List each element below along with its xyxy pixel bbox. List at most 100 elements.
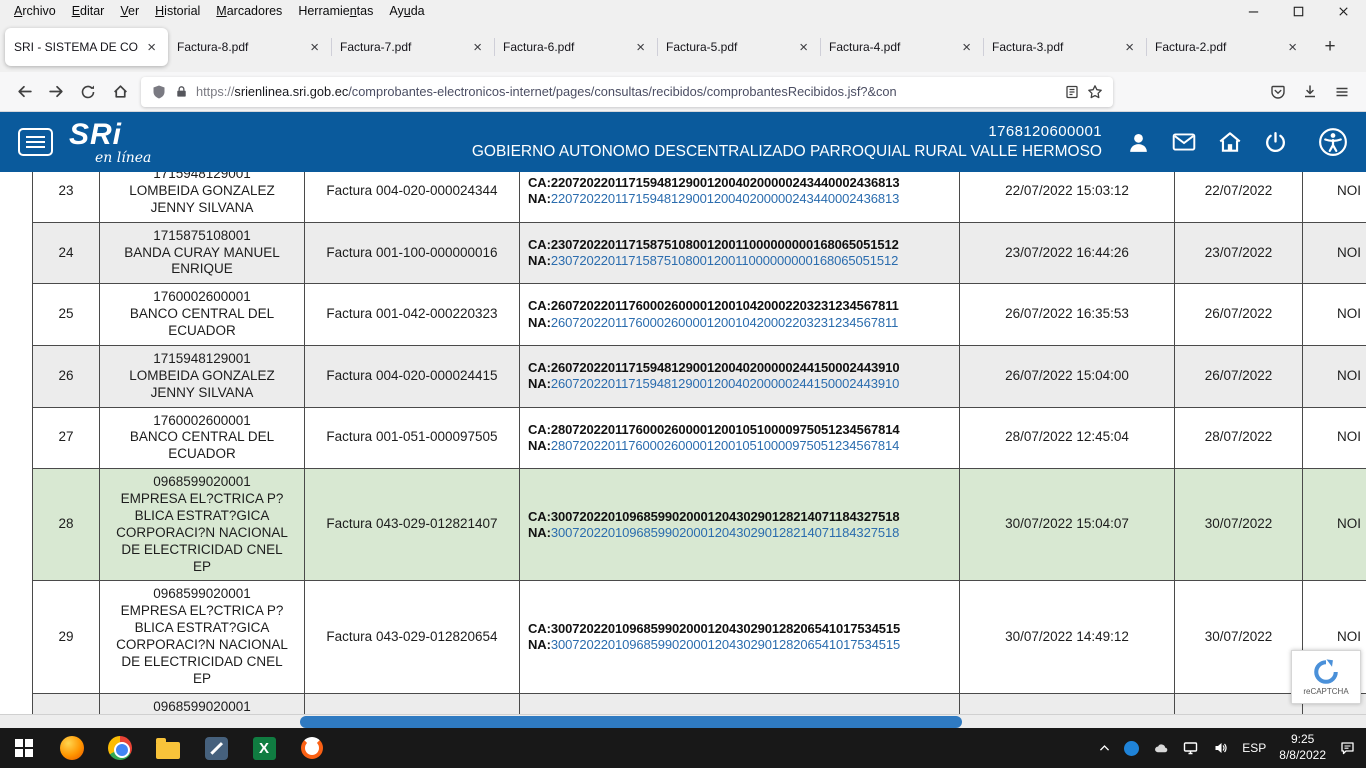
- issuer-cell: 0968599020001 EMPRESA EL?CTRICA P?BLICA …: [100, 469, 305, 580]
- volume-button[interactable]: [1212, 740, 1229, 756]
- url-text[interactable]: https://srienlinea.sri.gob.ec/comprobant…: [196, 84, 1057, 99]
- home-portal-button[interactable]: [1217, 129, 1243, 155]
- sri-menu-button[interactable]: [18, 128, 53, 156]
- reader-mode-icon[interactable]: [1064, 84, 1080, 100]
- reload-button[interactable]: [72, 77, 104, 107]
- minimize-button[interactable]: [1231, 0, 1276, 22]
- tab-factura-5-pdf[interactable]: Factura-5.pdf×: [657, 28, 820, 66]
- table-row[interactable]: 27 1760002600001 BANCO CENTRAL DEL ECUAD…: [32, 408, 1366, 470]
- recaptcha-badge[interactable]: reCAPTCHA: [1291, 650, 1361, 704]
- authorization-datetime: 22/07/2022 15:03:12: [960, 172, 1175, 222]
- pocket-button[interactable]: [1262, 77, 1294, 107]
- authorization-number-link[interactable]: 3007202201096859902000120430290128214071…: [551, 525, 899, 540]
- blue-circle-icon: [1124, 741, 1139, 756]
- table-row[interactable]: 23 1715948129001 LOMBEIDA GONZALEZ JENNY…: [32, 172, 1366, 223]
- back-button[interactable]: [8, 77, 40, 107]
- tab-close-icon[interactable]: ×: [144, 39, 159, 56]
- hamburger-menu-icon: [1334, 84, 1350, 100]
- authorization-number-line: NA:2607202201176000260000120010420002203…: [528, 315, 898, 331]
- tab-close-icon[interactable]: ×: [307, 39, 322, 56]
- authorization-number-line: NA:3007202201096859902000120430290128206…: [528, 637, 900, 653]
- results-table-viewport: 23 1715948129001 LOMBEIDA GONZALEZ JENNY…: [0, 172, 1366, 714]
- start-button[interactable]: [0, 728, 48, 768]
- tab-close-icon[interactable]: ×: [796, 39, 811, 56]
- status-text: NOI: [1337, 245, 1361, 262]
- authorization-number-link[interactable]: 2807202201176000260000120010510000975051…: [551, 438, 899, 453]
- address-bar[interactable]: https://srienlinea.sri.gob.ec/comprobant…: [141, 77, 1113, 107]
- table-row[interactable]: 30 0968599020001 EMPRESA EL?CTRICA P?BLI…: [32, 694, 1366, 714]
- menu-historial[interactable]: Historial: [147, 0, 208, 22]
- tracking-shield-icon[interactable]: [151, 84, 167, 100]
- menu-ayuda[interactable]: Ayuda: [381, 0, 432, 22]
- authorization-number-link[interactable]: 2307202201171587510800120011000000000168…: [551, 253, 898, 268]
- document-label: Factura 001-051-000097505: [326, 429, 497, 446]
- tab-close-icon[interactable]: ×: [1285, 39, 1300, 56]
- new-tab-button[interactable]: +: [1315, 32, 1345, 62]
- menu-editar[interactable]: Editar: [64, 0, 113, 22]
- authorization-datetime: 30/07/2022 14:49:12: [960, 581, 1175, 692]
- tray-app-button[interactable]: [1124, 741, 1139, 756]
- table-row[interactable]: 29 0968599020001 EMPRESA EL?CTRICA P?BLI…: [32, 581, 1366, 693]
- scrollbar-thumb[interactable]: [300, 716, 962, 728]
- app-menu-button[interactable]: [1326, 77, 1358, 107]
- tab-factura-4-pdf[interactable]: Factura-4.pdf×: [820, 28, 983, 66]
- tab-factura-6-pdf[interactable]: Factura-6.pdf ×: [494, 28, 657, 66]
- status-text: NOI: [1337, 368, 1361, 385]
- tab-factura-7-pdf[interactable]: Factura-7.pdf×: [331, 28, 494, 66]
- messages-button[interactable]: [1171, 129, 1197, 155]
- table-row[interactable]: 28 0968599020001 EMPRESA EL?CTRICA P?BLI…: [32, 469, 1366, 581]
- taskbar-pen-app[interactable]: [192, 728, 240, 768]
- authorization-datetime: 26/07/2022 16:35:53: [960, 284, 1175, 345]
- tab-title: Factura-6.pdf: [503, 40, 628, 54]
- close-button[interactable]: [1321, 0, 1366, 22]
- authorization-number-link[interactable]: 2207202201171594812900120040200000243440…: [551, 191, 899, 206]
- clock[interactable]: 9:25 8/8/2022: [1279, 732, 1326, 763]
- taskbar-chrome[interactable]: [96, 728, 144, 768]
- tab-factura-2-pdf[interactable]: Factura-2.pdf×: [1146, 28, 1309, 66]
- language-indicator[interactable]: ESP: [1242, 741, 1266, 755]
- table-row[interactable]: 26 1715948129001 LOMBEIDA GONZALEZ JENNY…: [32, 346, 1366, 408]
- tab-close-icon[interactable]: ×: [633, 39, 648, 56]
- taskbar-excel[interactable]: X: [240, 728, 288, 768]
- maximize-button[interactable]: [1276, 0, 1321, 22]
- tab-close-icon[interactable]: ×: [470, 39, 485, 56]
- menu-ver[interactable]: Ver: [112, 0, 147, 22]
- tray-cloud-button[interactable]: [1152, 741, 1169, 756]
- tab-factura-3-pdf[interactable]: Factura-3.pdf×: [983, 28, 1146, 66]
- authorization-number-link[interactable]: 2607202201176000260000120010420002203231…: [551, 315, 898, 330]
- reload-icon: [80, 84, 96, 100]
- authorization-number-label: NA:: [528, 191, 551, 206]
- tab-close-icon[interactable]: ×: [1122, 39, 1137, 56]
- table-row[interactable]: 24 1715875108001 BANDA CURAY MANUEL ENRI…: [32, 223, 1366, 285]
- logout-button[interactable]: [1263, 130, 1288, 155]
- horizontal-scrollbar[interactable]: [0, 714, 1366, 728]
- document-cell: Factura 001-042-000220323: [305, 284, 520, 345]
- authorization-number-label: NA:: [528, 438, 551, 453]
- bookmark-star-icon[interactable]: [1087, 84, 1103, 100]
- tab-close-icon[interactable]: ×: [959, 39, 974, 56]
- tab-sri-sistema-de-comp[interactable]: SRI - SISTEMA DE COMP×: [5, 28, 168, 66]
- back-icon: [16, 83, 33, 100]
- taskbar-foxit[interactable]: [288, 728, 336, 768]
- home-button[interactable]: [104, 77, 136, 107]
- sri-logo: SRi en línea: [69, 120, 151, 165]
- taskbar-firefox[interactable]: [48, 728, 96, 768]
- lock-icon[interactable]: [174, 84, 189, 99]
- system-tray: ESP 9:25 8/8/2022: [1088, 728, 1366, 768]
- menu-marcadores[interactable]: Marcadores: [208, 0, 290, 22]
- firefox-menubar: ArchivoEditarVerHistorialMarcadoresHerra…: [0, 0, 1366, 22]
- downloads-button[interactable]: [1294, 77, 1326, 107]
- taskbar-file-explorer[interactable]: [144, 728, 192, 768]
- table-row[interactable]: 25 1760002600001 BANCO CENTRAL DEL ECUAD…: [32, 284, 1366, 346]
- network-button[interactable]: [1182, 740, 1199, 756]
- menu-herramientas[interactable]: Herramientas: [290, 0, 381, 22]
- authorization-number-link[interactable]: 2607202201171594812900120040200000244150…: [551, 376, 899, 391]
- tab-factura-8-pdf[interactable]: Factura-8.pdf×: [168, 28, 331, 66]
- action-center-button[interactable]: [1339, 740, 1356, 756]
- hidden-icons-button[interactable]: [1098, 742, 1111, 755]
- menu-archivo[interactable]: Archivo: [6, 0, 64, 22]
- user-profile-button[interactable]: [1126, 130, 1151, 155]
- forward-button[interactable]: [40, 77, 72, 107]
- authorization-number-link[interactable]: 3007202201096859902000120430290128206541…: [551, 637, 900, 652]
- accessibility-button[interactable]: [1318, 127, 1348, 157]
